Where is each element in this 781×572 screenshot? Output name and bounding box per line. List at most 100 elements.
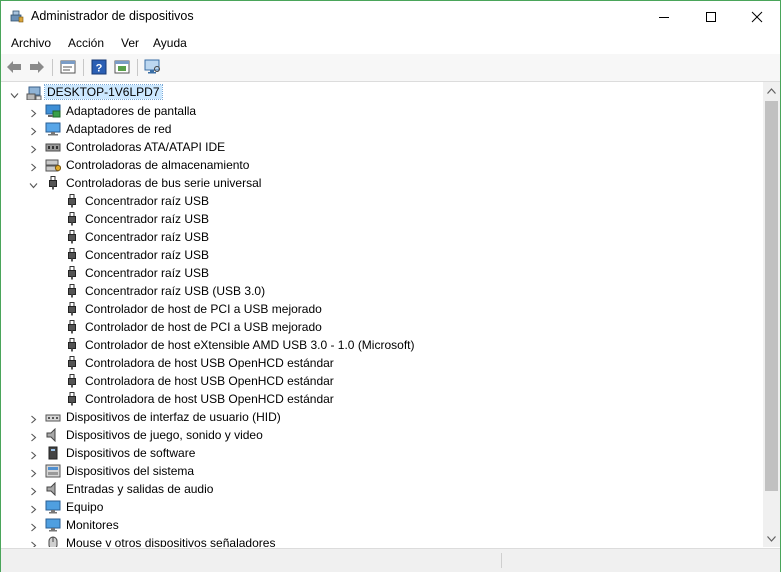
tree-item-label: Dispositivos de interfaz de usuario (HID… [66, 410, 281, 424]
tree-item-label: Controladora de host USB OpenHCD estánda… [85, 392, 334, 406]
toolbar-separator [137, 59, 138, 76]
properties-icon [60, 60, 76, 74]
tree-item-label: Concentrador raíz USB [85, 230, 210, 244]
usb-icon [64, 302, 80, 316]
scrollbar-thumb[interactable] [765, 101, 778, 491]
tree-item-label: Dispositivos del sistema [66, 464, 195, 478]
tree-device[interactable]: Controlador de host de PCI a USB mejorad… [2, 300, 763, 318]
ide-controller-icon [45, 140, 61, 154]
update-driver-button[interactable] [113, 58, 131, 76]
menu-ayuda[interactable]: Ayuda [153, 36, 187, 50]
chevron-right-icon[interactable] [29, 503, 38, 514]
help-button[interactable]: ? [90, 58, 108, 76]
forward-button[interactable] [28, 58, 46, 76]
chevron-right-icon[interactable] [29, 485, 38, 496]
tree-item-label: Monitores [66, 518, 119, 532]
tree-device[interactable]: Concentrador raíz USB (USB 3.0) [2, 282, 763, 300]
hid-icon [45, 410, 61, 424]
window-title: Administrador de dispositivos [31, 9, 194, 23]
audio-io-icon [45, 481, 61, 497]
software-device-icon [45, 446, 61, 460]
tree-category[interactable]: Monitores [2, 516, 763, 534]
minimize-icon [659, 16, 669, 18]
tree-device[interactable]: Concentrador raíz USB [2, 192, 763, 210]
scroll-down-button[interactable] [763, 530, 780, 547]
tree-category[interactable]: Dispositivos de juego, sonido y video [2, 426, 763, 444]
chevron-down-icon[interactable] [10, 89, 19, 99]
chevron-right-icon[interactable] [29, 449, 38, 460]
chevron-down-icon [767, 535, 776, 542]
tree-item-label: Entradas y salidas de audio [66, 482, 214, 496]
tree-category[interactable]: Dispositivos del sistema [2, 462, 763, 480]
back-button[interactable] [5, 58, 23, 76]
sound-icon [45, 427, 61, 443]
scan-hardware-button[interactable] [144, 58, 162, 76]
chevron-right-icon[interactable] [29, 431, 38, 442]
chevron-up-icon [767, 87, 776, 94]
usb-icon [64, 194, 80, 208]
tree-device[interactable]: Controlador de host de PCI a USB mejorad… [2, 318, 763, 336]
chevron-right-icon[interactable] [29, 125, 38, 136]
chevron-right-icon[interactable] [29, 107, 38, 118]
update-driver-icon [114, 60, 130, 74]
tree-category[interactable]: Controladoras ATA/ATAPI IDE [2, 138, 763, 156]
tree-root[interactable]: DESKTOP-1V6LPD7 [2, 84, 763, 102]
tree-device[interactable]: Controladora de host USB OpenHCD estánda… [2, 354, 763, 372]
device-manager-window: Administrador de dispositivos Archivo Ac… [0, 0, 781, 572]
tree-category[interactable]: Entradas y salidas de audio [2, 480, 763, 498]
tree-item-label: Controlador de host eXtensible AMD USB 3… [85, 338, 415, 352]
tree-device[interactable]: Concentrador raíz USB [2, 210, 763, 228]
chevron-down-icon[interactable] [29, 179, 38, 189]
tree-category[interactable]: Adaptadores de pantalla [2, 102, 763, 120]
properties-button[interactable] [59, 58, 77, 76]
tree-device[interactable]: Controladora de host USB OpenHCD estánda… [2, 390, 763, 408]
tree-item-label: Adaptadores de pantalla [66, 104, 197, 118]
close-button[interactable] [734, 1, 780, 32]
mouse-icon [45, 536, 61, 547]
maximize-button[interactable] [688, 1, 734, 32]
minimize-button[interactable] [641, 1, 687, 32]
chevron-right-icon[interactable] [29, 143, 38, 154]
tree-device[interactable]: Concentrador raíz USB [2, 246, 763, 264]
help-icon: ? [91, 59, 107, 75]
menu-accion[interactable]: Acción [68, 36, 104, 50]
usb-icon [64, 320, 80, 334]
tree-item-label: Concentrador raíz USB [85, 194, 210, 208]
tree-item-label: Controladoras de bus serie universal [66, 176, 262, 190]
tree-category[interactable]: Dispositivos de interfaz de usuario (HID… [2, 408, 763, 426]
tree-item-label: Controladoras de almacenamiento [66, 158, 250, 172]
tree-item-label: Adaptadores de red [66, 122, 172, 136]
back-arrow-icon [7, 61, 21, 73]
chevron-right-icon[interactable] [29, 539, 38, 547]
chevron-right-icon[interactable] [29, 161, 38, 172]
tree-device[interactable]: Controlador de host eXtensible AMD USB 3… [2, 336, 763, 354]
tree-item-label: Concentrador raíz USB [85, 248, 210, 262]
vertical-scrollbar[interactable] [763, 82, 780, 547]
tree-device[interactable]: Concentrador raíz USB [2, 228, 763, 246]
tree-category[interactable]: Equipo [2, 498, 763, 516]
menu-ver[interactable]: Ver [121, 36, 139, 50]
network-adapter-icon [45, 122, 61, 136]
tree-category[interactable]: Dispositivos de software [2, 444, 763, 462]
tree-category[interactable]: Mouse y otros dispositivos señaladores [2, 534, 763, 547]
menu-archivo[interactable]: Archivo [11, 36, 51, 50]
tree-device[interactable]: Concentrador raíz USB [2, 264, 763, 282]
title-bar: Administrador de dispositivos [1, 1, 780, 32]
device-tree[interactable]: DESKTOP-1V6LPD7 Adaptadores de pantalla Ad… [2, 82, 763, 547]
chevron-right-icon[interactable] [29, 413, 38, 424]
monitor-icon [45, 518, 61, 532]
tree-category[interactable]: Controladoras de almacenamiento [2, 156, 763, 174]
tree-item-label: DESKTOP-1V6LPD7 [44, 84, 163, 100]
usb-icon [64, 356, 80, 370]
toolbar-separator [52, 59, 53, 76]
usb-icon [64, 392, 80, 406]
usb-icon [45, 176, 61, 190]
tree-item-label: Controladora de host USB OpenHCD estánda… [85, 374, 334, 388]
scroll-up-button[interactable] [763, 82, 780, 99]
tree-category[interactable]: Adaptadores de red [2, 120, 763, 138]
tree-device[interactable]: Controladora de host USB OpenHCD estánda… [2, 372, 763, 390]
chevron-right-icon[interactable] [29, 521, 38, 532]
tree-category[interactable]: Controladoras de bus serie universal [2, 174, 763, 192]
usb-icon [64, 212, 80, 226]
chevron-right-icon[interactable] [29, 467, 38, 478]
